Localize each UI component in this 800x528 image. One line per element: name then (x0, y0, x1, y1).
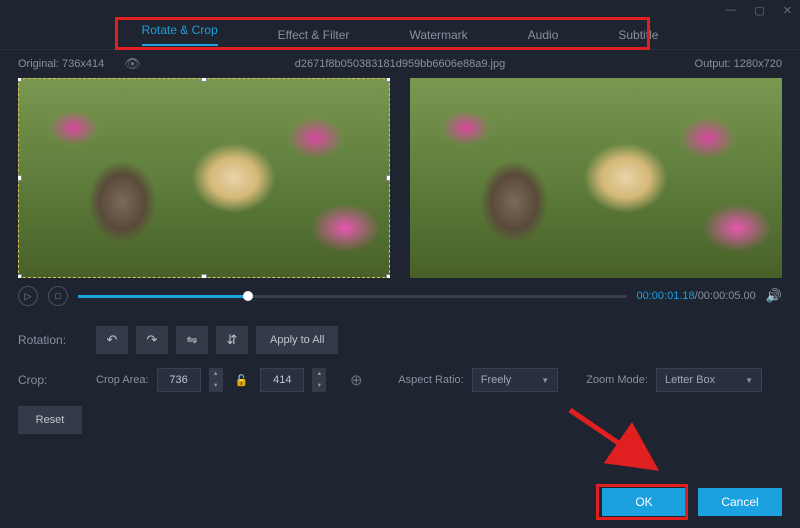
rotate-left-button[interactable]: ↶ (96, 326, 128, 354)
crop-selection[interactable] (18, 78, 390, 278)
crop-width-spinner[interactable]: ▲▼ (209, 368, 223, 392)
crop-height-spinner[interactable]: ▲▼ (312, 368, 326, 392)
preview-row (0, 78, 800, 278)
tab-watermark[interactable]: Watermark (409, 28, 467, 42)
timeline-slider[interactable] (78, 295, 627, 298)
crop-handle-tl[interactable] (18, 78, 22, 82)
flip-vertical-button[interactable]: ⇵ (216, 326, 248, 354)
aspect-ratio-value: Freely (481, 374, 512, 386)
chevron-down-icon: ▼ (745, 376, 753, 385)
rotate-right-button[interactable]: ↷ (136, 326, 168, 354)
crop-handle-ml[interactable] (18, 175, 22, 181)
lock-aspect-icon[interactable]: 🔓 (235, 374, 249, 387)
tab-rotate-crop[interactable]: Rotate & Crop (142, 23, 218, 46)
crop-handle-tc[interactable] (201, 78, 207, 82)
crop-handle-mr[interactable] (386, 175, 390, 181)
crop-height-input[interactable] (260, 368, 304, 392)
controls: Rotation: ↶ ↷ ⇋ ⇵ Apply to All Crop: Cro… (0, 314, 800, 458)
output-preview (410, 78, 782, 278)
chevron-down-icon: ▼ (541, 376, 549, 385)
ok-button[interactable]: OK (602, 488, 686, 516)
crop-handle-br[interactable] (386, 274, 390, 278)
tab-effect-filter[interactable]: Effect & Filter (278, 28, 350, 42)
zoom-mode-label: Zoom Mode: (586, 374, 648, 386)
preview-image (410, 78, 782, 278)
close-button[interactable]: ✕ (783, 4, 792, 17)
crop-handle-bl[interactable] (18, 274, 22, 278)
info-row: Original: 736x414 👁 d2671f8b050383181d95… (0, 50, 800, 78)
crop-width-input[interactable] (157, 368, 201, 392)
center-crop-icon[interactable]: ⊕ (342, 366, 370, 394)
reset-row: Reset (18, 406, 782, 434)
original-preview[interactable] (18, 78, 390, 278)
output-dimensions: Output: 1280x720 (695, 58, 782, 70)
play-button[interactable]: ▷ (18, 286, 38, 306)
zoom-mode-value: Letter Box (665, 374, 715, 386)
minimize-button[interactable]: — (725, 4, 736, 16)
timeline-thumb[interactable] (243, 291, 253, 301)
reset-button[interactable]: Reset (18, 406, 82, 434)
zoom-mode-dropdown[interactable]: Letter Box ▼ (656, 368, 762, 392)
stop-button[interactable]: □ (48, 286, 68, 306)
aspect-ratio-dropdown[interactable]: Freely ▼ (472, 368, 558, 392)
timeline-row: ▷ □ 00:00:01.18/00:00:05.00 🔊 (0, 278, 800, 314)
titlebar: — ▢ ✕ (0, 0, 800, 20)
duration-value: 00:00:05.00 (698, 290, 756, 302)
flip-horizontal-button[interactable]: ⇋ (176, 326, 208, 354)
maximize-button[interactable]: ▢ (754, 4, 764, 17)
current-time: 00:00:01.18 (637, 290, 695, 302)
crop-area-label: Crop Area: (96, 374, 149, 386)
aspect-ratio-label: Aspect Ratio: (398, 374, 463, 386)
crop-label: Crop: (18, 373, 88, 387)
filename: d2671f8b050383181d959bb6606e88a9.jpg (295, 58, 505, 70)
tab-audio[interactable]: Audio (528, 28, 559, 42)
crop-handle-tr[interactable] (386, 78, 390, 82)
timeline-fill (78, 295, 248, 298)
tabs: Rotate & Crop Effect & Filter Watermark … (0, 20, 800, 50)
crop-handle-bc[interactable] (201, 274, 207, 278)
crop-row: Crop: Crop Area: ▲▼ 🔓 ▲▼ ⊕ Aspect Ratio:… (18, 366, 782, 394)
apply-to-all-button[interactable]: Apply to All (256, 326, 338, 354)
rotation-label: Rotation: (18, 333, 88, 347)
tab-subtitle[interactable]: Subtitle (618, 28, 658, 42)
volume-icon[interactable]: 🔊 (766, 288, 782, 304)
footer: OK Cancel (602, 488, 782, 516)
rotation-row: Rotation: ↶ ↷ ⇋ ⇵ Apply to All (18, 326, 782, 354)
original-dimensions: Original: 736x414 (18, 58, 104, 70)
eye-icon[interactable]: 👁 (124, 56, 141, 72)
cancel-button[interactable]: Cancel (698, 488, 782, 516)
